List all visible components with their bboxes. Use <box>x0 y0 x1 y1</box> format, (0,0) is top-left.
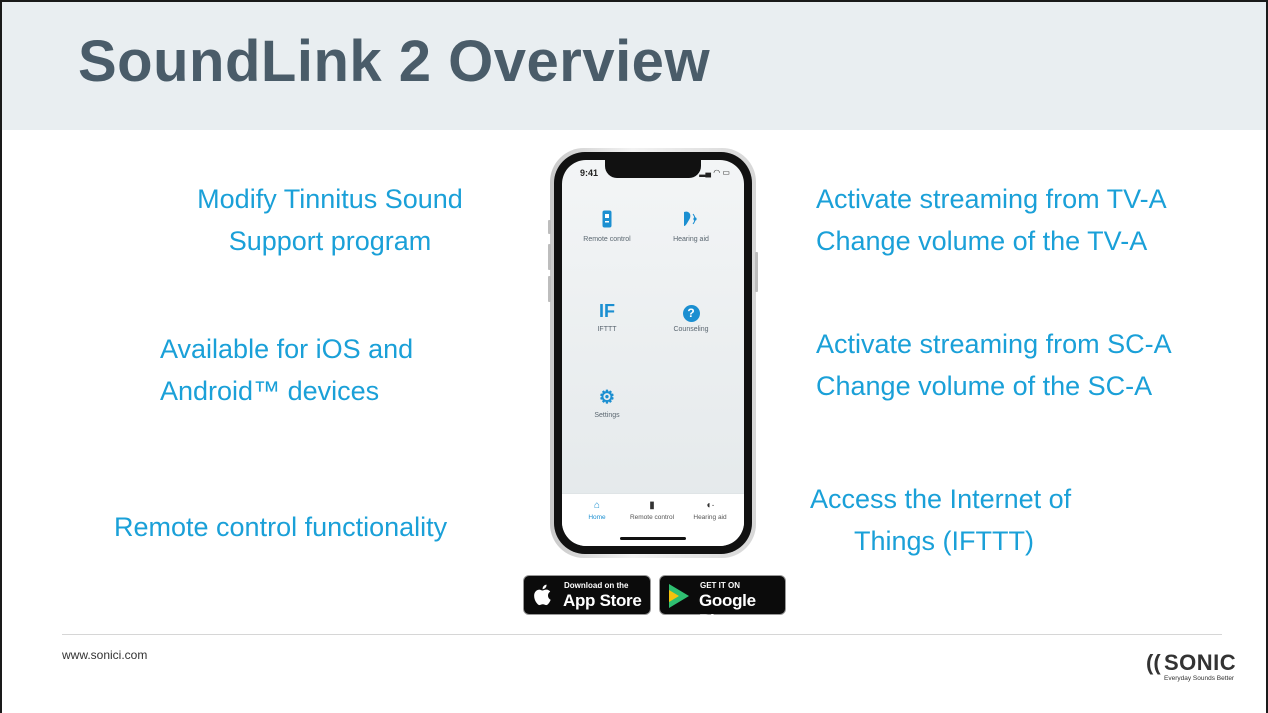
tab-home[interactable]: ⌂ Home <box>567 500 627 521</box>
feature-line: Access the Internet of <box>810 484 1072 514</box>
question-icon: ? <box>646 300 736 322</box>
tab-remote-control[interactable]: ▮ Remote control <box>622 500 682 521</box>
badge-big-text: Google Play <box>699 591 756 630</box>
feature-platforms: Available for iOS and Android™ devices <box>160 328 413 412</box>
tile-settings[interactable]: ⚙ Settings <box>562 386 652 419</box>
slide-title: SoundLink 2 Overview <box>78 29 711 94</box>
home-indicator[interactable] <box>620 537 686 540</box>
feature-line: Change volume of the TV-A <box>816 226 1148 256</box>
remote-icon: ▮ <box>649 500 655 511</box>
gear-icon: ⚙ <box>598 387 616 407</box>
google-play-badge[interactable]: GET IT ON Google Play <box>659 575 786 630</box>
tab-label: Remote control <box>629 514 675 521</box>
remote-icon <box>562 210 652 232</box>
footer-url[interactable]: www.sonici.com <box>62 648 147 662</box>
phone-screen: 9:41 ▂▄ ◠ ▭ Remote control Hearing aid I… <box>562 160 744 546</box>
status-icons: ▂▄ ◠ ▭ <box>699 168 730 177</box>
feature-line: Support program <box>228 226 432 256</box>
app-store-badge[interactable]: Download on the App Store <box>523 575 651 615</box>
phone-bezel: 9:41 ▂▄ ◠ ▭ Remote control Hearing aid I… <box>554 152 752 554</box>
feature-line: Modify Tinnitus Sound <box>197 184 463 214</box>
title-bar: SoundLink 2 Overview <box>2 2 1266 130</box>
feature-line: Android™ devices <box>160 376 380 406</box>
apple-icon <box>534 583 554 612</box>
tile-label: IFTTT <box>597 326 617 333</box>
status-time: 9:41 <box>580 168 599 178</box>
feature-ifttt: Access the Internet of Things (IFTTT) <box>810 478 1071 562</box>
phone-notch <box>605 160 701 178</box>
brand-tagline: Everyday Sounds Better <box>1164 675 1235 682</box>
phone-side-button <box>755 252 758 292</box>
tab-label: Hearing aid <box>693 514 727 521</box>
feature-remote-control: Remote control functionality <box>114 506 447 548</box>
sonic-logo: (( SONIC Everyday Sounds Better <box>1146 648 1236 688</box>
tab-label: Home <box>588 514 606 521</box>
feature-line: Activate streaming from SC-A <box>816 329 1172 359</box>
question-glyph: ? <box>682 305 700 322</box>
feature-sc-streaming: Activate streaming from SC-A Change volu… <box>816 323 1172 407</box>
phone-mockup: 9:41 ▂▄ ◠ ▭ Remote control Hearing aid I… <box>548 148 758 558</box>
tile-counseling[interactable]: ? Counseling <box>646 300 736 333</box>
feature-tinnitus: Modify Tinnitus Sound Support program <box>160 178 500 262</box>
feature-line: Available for iOS and <box>160 334 414 364</box>
tile-label: Settings <box>594 412 620 419</box>
slide: SoundLink 2 Overview Modify Tinnitus Sou… <box>0 0 1268 713</box>
badge-big-text: App Store <box>563 591 642 610</box>
sound-wave-icon: (( <box>1146 650 1161 675</box>
ifttt-icon: IF <box>599 301 615 321</box>
phone-side-button <box>548 276 551 302</box>
footer-divider <box>62 634 1222 635</box>
badge-small-text: Download on the <box>564 581 629 590</box>
tab-hearing-aid[interactable]: ◖· Hearing aid <box>680 500 740 521</box>
home-icon: ⌂ <box>593 500 601 511</box>
tile-ifttt[interactable]: IF IFTTT <box>562 300 652 333</box>
feature-line: Activate streaming from TV-A <box>816 184 1167 214</box>
badge-small-text: GET IT ON <box>700 581 740 590</box>
feature-line: Remote control functionality <box>114 512 448 542</box>
hearing-aid-icon <box>646 210 736 232</box>
phone-side-button <box>548 244 551 270</box>
tile-label: Counseling <box>673 326 709 333</box>
tile-remote-control[interactable]: Remote control <box>562 210 652 243</box>
tile-hearing-aid[interactable]: Hearing aid <box>646 210 736 243</box>
feature-line: Change volume of the SC-A <box>816 371 1153 401</box>
phone-side-button <box>548 220 551 234</box>
hearing-aid-icon: ◖· <box>705 500 715 511</box>
tile-label: Hearing aid <box>673 236 709 243</box>
tile-label: Remote control <box>583 236 631 243</box>
brand-name: SONIC <box>1164 650 1237 675</box>
tab-bar: ⌂ Home ▮ Remote control ◖· Hearing aid <box>562 493 744 546</box>
feature-line: Things (IFTTT) <box>854 526 1034 556</box>
feature-tv-streaming: Activate streaming from TV-A Change volu… <box>816 178 1167 262</box>
